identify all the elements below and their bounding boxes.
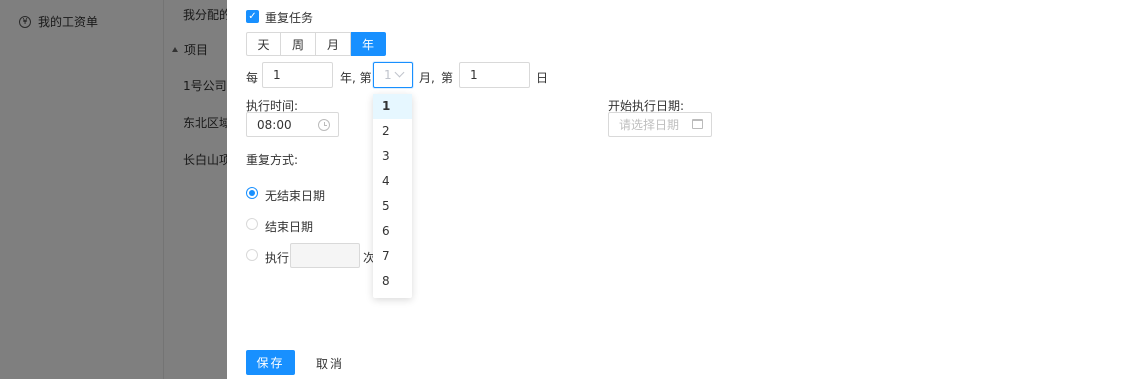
dropdown-option[interactable]: 3: [373, 144, 412, 169]
exec-times-label: 执行: [265, 251, 290, 265]
exec-time-value: 08:00: [257, 117, 292, 132]
dropdown-option[interactable]: 7: [373, 244, 412, 269]
cancel-button[interactable]: 取消: [316, 355, 344, 372]
calendar-icon: [692, 119, 703, 129]
month-label: 月,: [419, 71, 435, 85]
period-selector: 天 周 月 年: [246, 32, 386, 56]
end-date-label: 结束日期: [265, 220, 314, 234]
repeat-task-drawer: ✓ 重复任务 天 周 月 年 每 1 年, 第 1 月, 第 1 日 执行时间:…: [227, 0, 1134, 379]
exec-times-input[interactable]: [290, 243, 360, 268]
every-input[interactable]: 1: [262, 62, 333, 88]
exec-time-input[interactable]: 08:00: [246, 112, 339, 137]
check-icon: ✓: [248, 10, 257, 22]
dropdown-option[interactable]: 5: [373, 194, 412, 219]
repeat-mode-label: 重复方式:: [246, 153, 299, 167]
dropdown-option[interactable]: 2: [373, 119, 412, 144]
dropdown-option[interactable]: 1: [373, 94, 412, 119]
dropdown-option[interactable]: 8: [373, 269, 412, 294]
period-day-button[interactable]: 天: [246, 32, 281, 56]
day-value: 1: [470, 68, 478, 82]
year-nth-label: 年, 第: [340, 71, 372, 85]
nth-label: 第: [441, 71, 454, 85]
start-date-input[interactable]: 请选择日期: [608, 112, 712, 137]
period-month-button[interactable]: 月: [316, 32, 351, 56]
dropdown-option[interactable]: 6: [373, 219, 412, 244]
no-end-date-radio[interactable]: [246, 187, 258, 199]
day-input[interactable]: 1: [459, 62, 530, 88]
repeat-task-label: 重复任务: [265, 11, 314, 25]
calendar-icon-wrap: [692, 119, 703, 129]
period-week-button[interactable]: 周: [281, 32, 316, 56]
month-select-value: 1: [384, 68, 392, 82]
month-select[interactable]: 1: [373, 62, 413, 88]
clock-icon-wrap: [318, 119, 330, 131]
exec-times-radio[interactable]: [246, 249, 258, 261]
no-end-date-label: 无结束日期: [265, 189, 326, 203]
month-select-dropdown: 1 2 3 4 5 6 7 8: [373, 94, 412, 298]
every-label: 每: [246, 71, 259, 85]
period-year-button[interactable]: 年: [351, 32, 386, 56]
save-button[interactable]: 保存: [246, 350, 295, 375]
repeat-task-checkbox[interactable]: ✓: [246, 10, 259, 23]
chevron-down-icon: [394, 67, 405, 78]
dropdown-option[interactable]: 4: [373, 169, 412, 194]
clock-icon: [318, 119, 330, 131]
day-label: 日: [536, 71, 549, 85]
every-value: 1: [273, 68, 281, 82]
start-date-placeholder: 请选择日期: [619, 118, 680, 132]
end-date-radio[interactable]: [246, 218, 258, 230]
